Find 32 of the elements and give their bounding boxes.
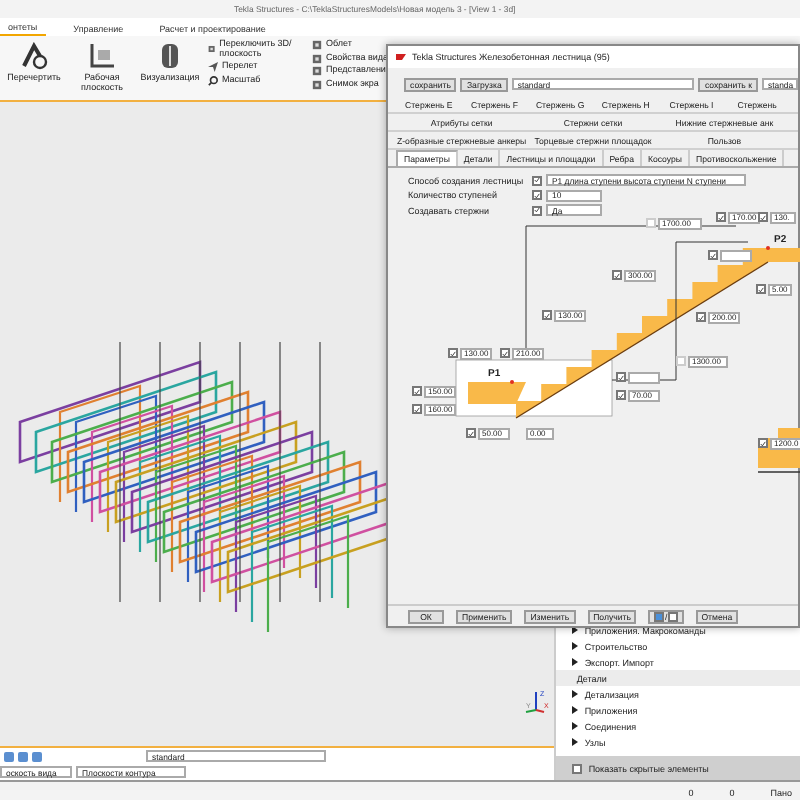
plane-flight-icon (208, 62, 218, 73)
checkbox[interactable] (532, 190, 542, 200)
view-icon (312, 66, 322, 76)
checkbox[interactable] (572, 763, 583, 773)
plane-icon (88, 42, 116, 70)
checkbox[interactable] (532, 175, 542, 185)
checkbox[interactable] (756, 284, 766, 295)
checkbox[interactable] (696, 312, 706, 323)
view-icon (208, 44, 216, 55)
view-icon (312, 79, 322, 89)
redraw-icon (18, 42, 50, 70)
checkbox[interactable] (716, 212, 726, 223)
checkbox[interactable] (708, 250, 718, 261)
checkbox[interactable] (500, 348, 510, 359)
dimension-field[interactable] (628, 372, 660, 383)
view-icon (312, 53, 322, 63)
checkbox[interactable] (448, 348, 458, 359)
checkbox[interactable] (466, 428, 476, 439)
checkbox[interactable] (616, 372, 626, 383)
dimension-field[interactable] (720, 250, 752, 261)
search-icon (208, 75, 218, 86)
checkbox[interactable] (412, 404, 422, 415)
cylinder-icon (160, 42, 180, 70)
checkbox[interactable] (612, 270, 622, 281)
view-icon (312, 40, 322, 50)
checkbox[interactable] (616, 390, 626, 401)
checkbox[interactable] (758, 438, 768, 449)
checkbox[interactable] (542, 310, 552, 321)
checkbox[interactable] (532, 205, 542, 215)
checkbox[interactable] (758, 212, 768, 223)
app-icon (396, 52, 406, 62)
checkbox[interactable] (412, 386, 422, 397)
